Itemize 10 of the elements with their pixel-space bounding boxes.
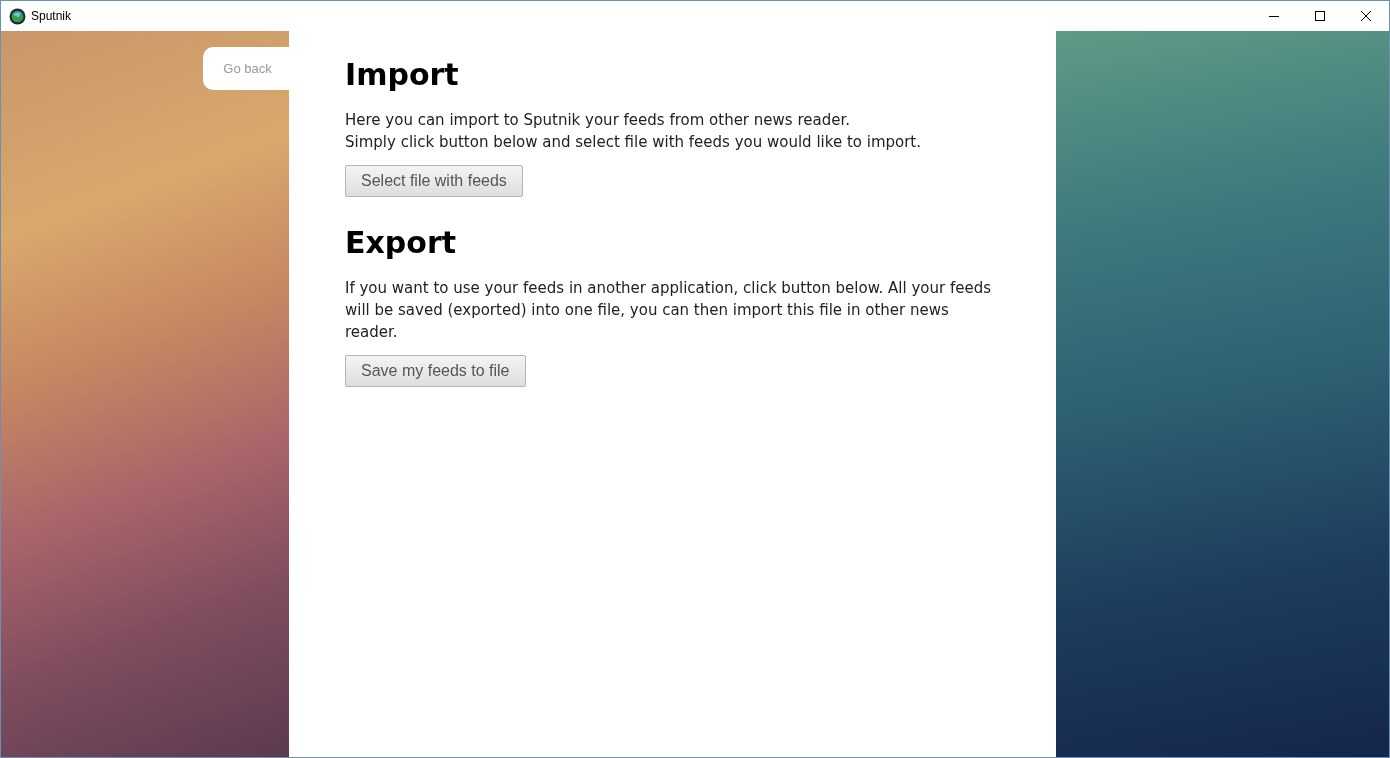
window-title: Sputnik	[31, 8, 72, 25]
description-text: Here you can import to Sputnik your feeds from other news reader. Simply click button below and select file with feeds you would like to import.	[345, 110, 922, 153]
close-icon	[1361, 11, 1371, 21]
save-button[interactable]: Save my feeds to file	[345, 355, 526, 387]
select-file-button[interactable]: Select file with feeds	[345, 165, 523, 197]
section-heading: Import	[345, 56, 460, 94]
app-globe-icon	[9, 7, 26, 25]
description-text: If you want to use your feeds in another application, click button below. All your feeds will be saved (exported) into one file, you can then import this file in other news reader.	[345, 278, 993, 343]
section-heading: Export	[345, 224, 458, 262]
maximize-icon	[1315, 11, 1325, 21]
